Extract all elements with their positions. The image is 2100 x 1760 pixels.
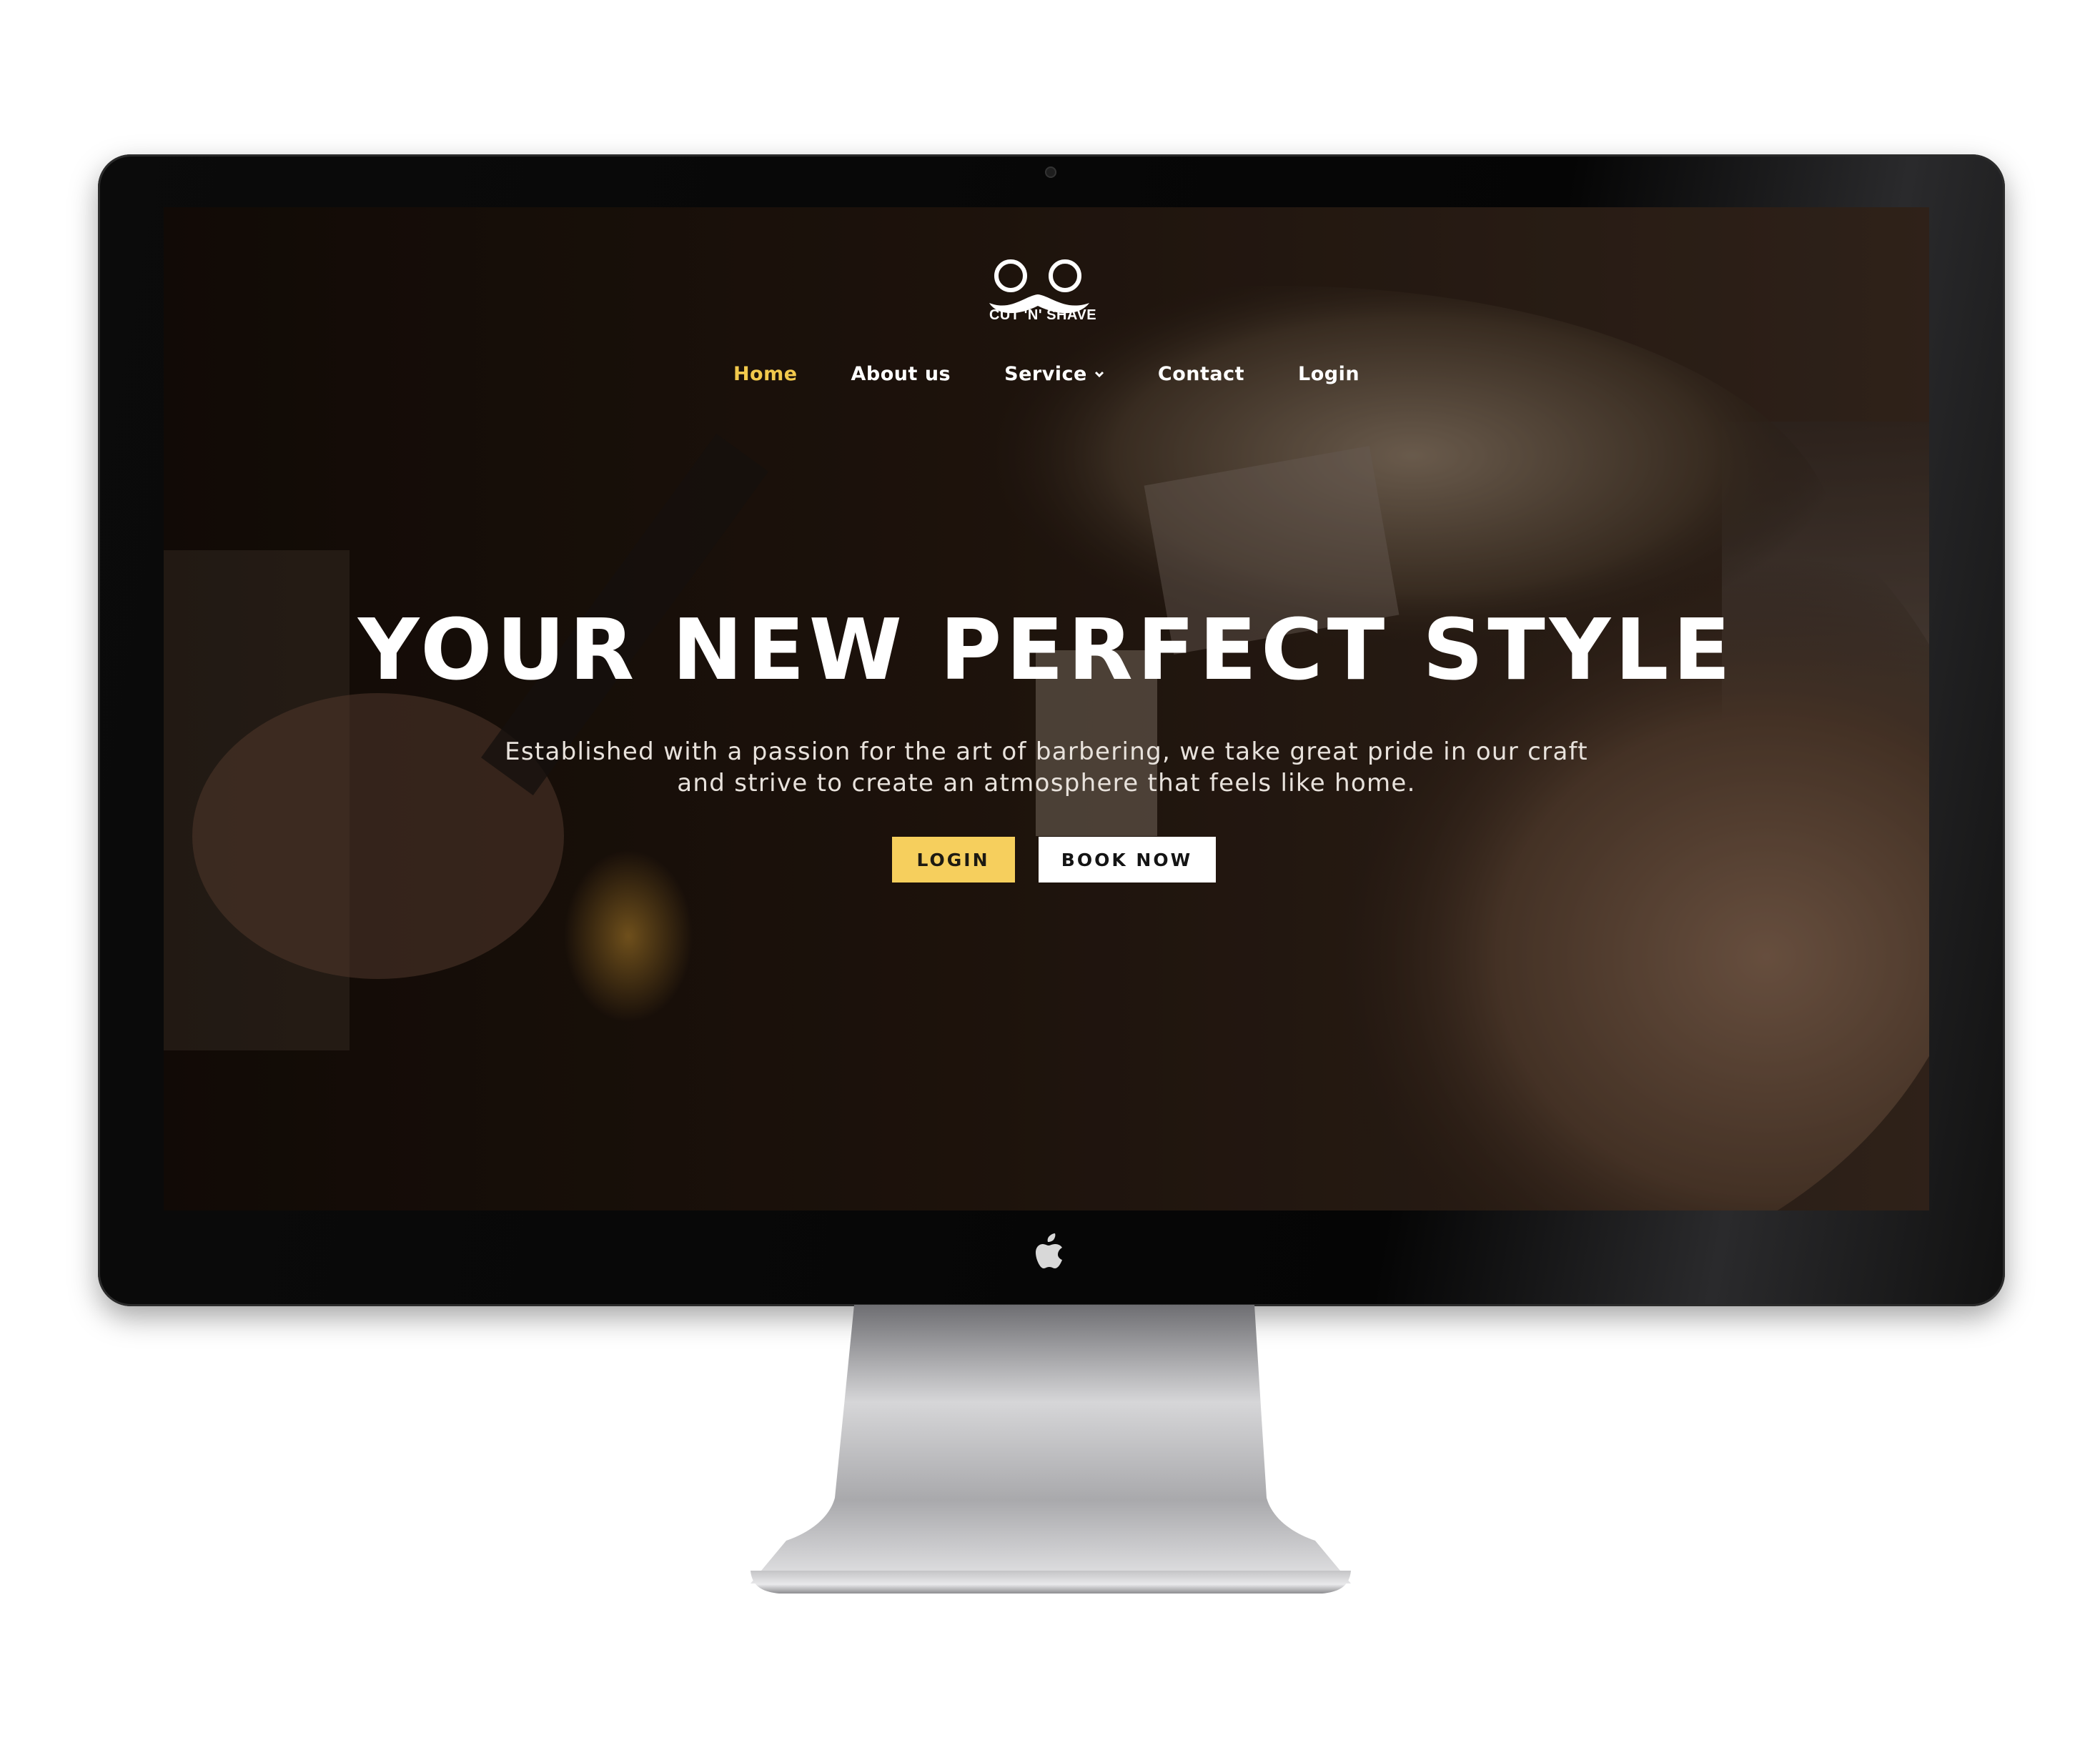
website-screen: CUT 'N' SHAVE Home About us Service Cont… xyxy=(164,207,1929,1210)
nav-item-label: Service xyxy=(1004,363,1087,385)
nav-item-contact[interactable]: Contact xyxy=(1158,363,1244,385)
nav-item-login[interactable]: Login xyxy=(1298,363,1359,385)
monitor-stand xyxy=(751,1305,1351,1594)
chevron-down-icon xyxy=(1094,371,1104,377)
hero-subtitle-line-1: Established with a passion for the art o… xyxy=(505,737,1588,766)
hero-subtitle: Established with a passion for the art o… xyxy=(464,736,1629,799)
nav-item-label: Home xyxy=(733,363,798,385)
hero-title: YOUR NEW PERFECT STYLE xyxy=(358,600,1735,699)
dark-overlay xyxy=(164,207,1929,1210)
camera-dot xyxy=(1045,166,1056,178)
nav-item-label: Login xyxy=(1298,363,1360,385)
nav-item-service[interactable]: Service xyxy=(1004,363,1104,385)
nav-item-label: Contact xyxy=(1157,363,1244,385)
main-navigation: Home About us Service Contact Login xyxy=(164,363,1929,385)
logo-text: CUT 'N' SHAVE xyxy=(989,307,1097,323)
book-now-button[interactable]: BOOK NOW xyxy=(1038,837,1216,883)
nav-item-label: About us xyxy=(851,363,951,385)
hero-button-row: LOGIN BOOK NOW xyxy=(164,837,1929,883)
nav-item-about-us[interactable]: About us xyxy=(851,363,951,385)
login-button[interactable]: LOGIN xyxy=(891,837,1015,883)
nav-item-home[interactable]: Home xyxy=(733,363,798,385)
apple-logo-icon xyxy=(1036,1233,1062,1268)
hero-subtitle-line-2: and strive to create an atmosphere that … xyxy=(677,769,1416,797)
